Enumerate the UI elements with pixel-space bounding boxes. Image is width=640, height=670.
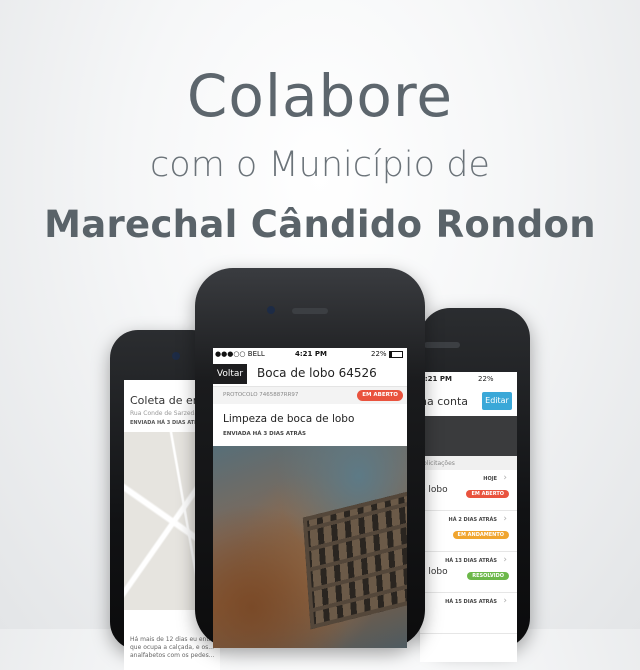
hero-city: Marechal Cândido Rondon	[44, 203, 596, 246]
edit-button[interactable]: Editar	[482, 392, 512, 410]
chevron-right-icon: ›	[503, 596, 507, 606]
camera-icon	[172, 352, 180, 360]
requests-section-label: solicitações	[420, 460, 455, 467]
camera-icon	[267, 306, 275, 314]
chevron-right-icon: ›	[503, 555, 507, 565]
page-title: Boca de lobo 64526	[257, 366, 377, 380]
profile-banner: a	[420, 416, 517, 456]
report-description: Há mais de 12 dias eu entr... que ocupa …	[130, 636, 217, 659]
status-carrier: ●●●○○ BELL	[215, 350, 265, 358]
hero-title: Colabore	[186, 62, 454, 130]
request-row[interactable]: HÁ 13 DIAS ATRÁS › e lobo RESOLVIDO	[420, 552, 517, 593]
nav-bar: Voltar Boca de lobo 64526	[213, 360, 407, 387]
back-button[interactable]: Voltar	[213, 364, 247, 384]
phone-right-screen: 4:21 PM 22% ha conta Editar a solicitaçõ…	[420, 372, 517, 662]
hero-subtitle: com o Município de	[150, 145, 490, 185]
status-badge: EM ANDAMENTO	[452, 531, 509, 539]
protocol-bar: PROTOCOLO 7465887RR97 EM ABERTO	[213, 387, 407, 404]
request-time: HOJE	[483, 476, 497, 482]
battery-icon	[388, 350, 403, 358]
request-row[interactable]: HÁ 15 DIAS ATRÁS ›	[420, 593, 517, 634]
chevron-right-icon: ›	[503, 514, 507, 524]
battery-percent: 22%	[371, 350, 387, 358]
issue-sent-time: ENVIADA HÁ 3 DIAS ATRÁS	[223, 431, 306, 437]
status-bar: ●●●○○ BELL 4:21 PM 22%	[213, 348, 407, 360]
account-title: ha conta	[420, 395, 469, 408]
requests-section-header: solicitações	[420, 456, 517, 470]
request-time: HÁ 15 DIAS ATRÁS	[445, 599, 497, 605]
status-time: 4:21 PM	[295, 350, 327, 358]
storm-drain-grate	[302, 488, 407, 630]
speaker-grille	[292, 308, 328, 314]
chevron-right-icon: ›	[503, 473, 507, 483]
status-battery: 22%	[478, 375, 494, 383]
request-row[interactable]: HÁ 2 DIAS ATRÁS › EM ANDAMENTO	[420, 511, 517, 552]
request-time: HÁ 2 DIAS ATRÁS	[448, 517, 497, 523]
request-time: HÁ 13 DIAS ATRÁS	[445, 558, 497, 564]
status-badge: EM ABERTO	[357, 390, 403, 401]
phone-center: ●●●○○ BELL 4:21 PM 22% Voltar Boca de lo…	[195, 268, 425, 648]
status-badge: RESOLVIDO	[467, 572, 509, 580]
phone-center-screen: ●●●○○ BELL 4:21 PM 22% Voltar Boca de lo…	[213, 348, 407, 648]
issue-photo[interactable]	[213, 446, 407, 648]
status-bar: 4:21 PM 22%	[420, 372, 517, 386]
protocol-number: PROTOCOLO 7465887RR97	[223, 392, 299, 398]
issue-title: Limpeza de boca de lobo	[223, 413, 355, 425]
speaker-grille	[424, 342, 460, 348]
phone-right: 4:21 PM 22% ha conta Editar a solicitaçõ…	[420, 308, 530, 662]
status-badge: EM ABERTO	[466, 490, 509, 498]
status-battery: 22%	[371, 350, 403, 358]
request-row[interactable]: HOJE › e lobo EM ABERTO	[420, 470, 517, 511]
account-header: ha conta Editar	[420, 386, 517, 416]
